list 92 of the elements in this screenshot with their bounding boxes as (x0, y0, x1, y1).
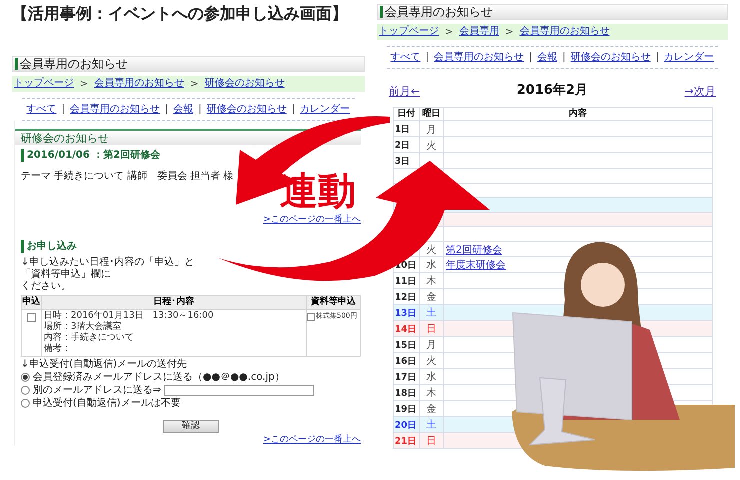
page-title: 【活用事例：イベントへの参加申し込み画面】 (12, 3, 349, 25)
table-cell: 金 (426, 404, 436, 416)
table-cell: 20日 (394, 420, 417, 431)
table-cell-text: 備考： (44, 344, 72, 355)
table-cell: 16日 (394, 356, 417, 367)
table-cell: 木 (426, 276, 436, 288)
table-cell: 金 (426, 292, 436, 304)
column-header: 日付 (393, 108, 420, 120)
table-cell: 月 (426, 124, 436, 136)
breadcrumb-link[interactable]: 会員専用 (459, 26, 500, 38)
table-cell: 1日 (394, 125, 410, 135)
email-input-field[interactable] (164, 385, 314, 396)
nav-link[interactable]: 会報 (173, 103, 194, 116)
table-cell: 木 (426, 388, 436, 400)
column-header: 申込 (22, 296, 42, 310)
table-cell: 11日 (394, 276, 417, 287)
breadcrumb-separator: > (80, 78, 88, 92)
form-instructions: ↓申し込みたい日程･内容の「申込」と「資料等申込」欄に (21, 257, 196, 281)
confirm-button[interactable]: 確認 (162, 420, 219, 433)
breadcrumb-separator: > (444, 26, 454, 40)
radio-button[interactable] (21, 399, 30, 408)
table-cell: 21日 (394, 436, 417, 447)
table-cell: 15日 (394, 340, 417, 351)
heading-marker-icon (15, 58, 18, 70)
table-cell: 13日 (394, 308, 417, 319)
table-cell: 水 (426, 372, 436, 384)
table-cell: 日 (426, 324, 436, 336)
table-cell: 17日 (394, 372, 417, 383)
table-cell: 2日 (394, 141, 410, 151)
heading-marker-icon (380, 6, 383, 18)
calendar-title: 2016年2月 (516, 83, 588, 99)
nav-separator: | (165, 103, 168, 117)
page-top-link[interactable]: >このページの一番上へ (263, 435, 361, 446)
section-heading: 会員専用のお知らせ (20, 57, 128, 71)
breadcrumb-link[interactable]: トップページ (378, 26, 439, 38)
form-heading: お申し込み (21, 240, 77, 253)
breadcrumb-link[interactable]: 会員専用のお知らせ (520, 26, 610, 38)
nav-separator: | (62, 103, 66, 117)
nav-link[interactable]: 会報 (537, 51, 558, 64)
table-cell: 3日 (394, 157, 410, 167)
breadcrumb-separator: > (190, 78, 199, 92)
radio-label: 会員登録済みメールアドレスに送る（●●＠●●.co.jp） (33, 372, 285, 384)
nav-link[interactable]: すべて (26, 103, 57, 116)
breadcrumb-link[interactable]: トップページ (14, 78, 74, 90)
table-cell-text: 日時：2016年01月13日 13:30～16:00 (44, 311, 215, 322)
event-link[interactable]: 年度末研修会 (446, 260, 506, 272)
nav-separator: | (562, 51, 566, 65)
event-link[interactable]: 第2回研修会 (446, 244, 502, 256)
column-header: 内容 (443, 108, 712, 120)
table-cell: 水 (426, 260, 436, 272)
section-heading: 会員専用のお知らせ (384, 5, 493, 19)
page-top-link[interactable]: >このページの一番上へ (263, 215, 361, 226)
form-instructions: ください。 (21, 281, 71, 293)
checkbox[interactable] (27, 313, 36, 322)
nav-separator: | (198, 103, 202, 117)
table-cell: 月 (426, 340, 436, 352)
nav-link[interactable]: 研修会のお知らせ (570, 51, 651, 64)
table-cell: 土 (426, 420, 436, 432)
column-header: 資料等申込 (306, 296, 360, 310)
radio-label: 申込受付(自動返信)メールは不要 (33, 398, 181, 410)
nav-link[interactable]: 研修会のお知らせ (206, 103, 287, 116)
table-cell: 火 (426, 140, 436, 152)
breadcrumb-separator: > (505, 26, 514, 40)
next-month-link[interactable]: →次月 (684, 84, 716, 98)
table-cell-text: 場所：3階大会議室 (44, 322, 123, 332)
table-cell: 18日 (394, 388, 417, 399)
radio-button[interactable] (21, 373, 30, 382)
breadcrumb-link[interactable]: 会員専用のお知らせ (94, 78, 184, 90)
breadcrumb-link[interactable]: 研修会のお知らせ (204, 78, 285, 90)
nav-link[interactable]: すべて (390, 51, 421, 64)
table-cell: 土 (426, 308, 436, 320)
table-cell: 日 (426, 436, 436, 448)
column-header: 日程･内容 (42, 296, 306, 310)
nav-link[interactable]: 会員専用のお知らせ (70, 103, 160, 116)
radio-button[interactable] (21, 386, 30, 395)
table-cell: 14日 (394, 324, 417, 335)
table-cell: 12日 (394, 292, 417, 303)
nav-separator: | (529, 51, 532, 65)
table-cell: 火 (426, 244, 436, 256)
table-cell: 火 (426, 356, 436, 368)
nav-separator: | (426, 51, 430, 65)
nav-link[interactable]: カレンダー (300, 103, 350, 116)
nav-separator: | (656, 51, 660, 65)
nav-link[interactable]: カレンダー (664, 51, 714, 64)
table-cell: 19日 (394, 404, 417, 415)
nav-link[interactable]: 会員専用のお知らせ (434, 51, 524, 64)
event-description: テーマ 手続きについて 講師 委員会 担当者 様 (21, 171, 234, 183)
nav-separator: | (292, 103, 296, 117)
table-cell-text: 内容：手続きについて (44, 333, 135, 344)
mail-heading: ↓申込受付(自動返信)メールの送付先 (21, 359, 188, 371)
radio-label: 別のメールアドレスに送る⇒ (33, 384, 162, 396)
previous-month-link[interactable]: 前月← (388, 84, 420, 98)
